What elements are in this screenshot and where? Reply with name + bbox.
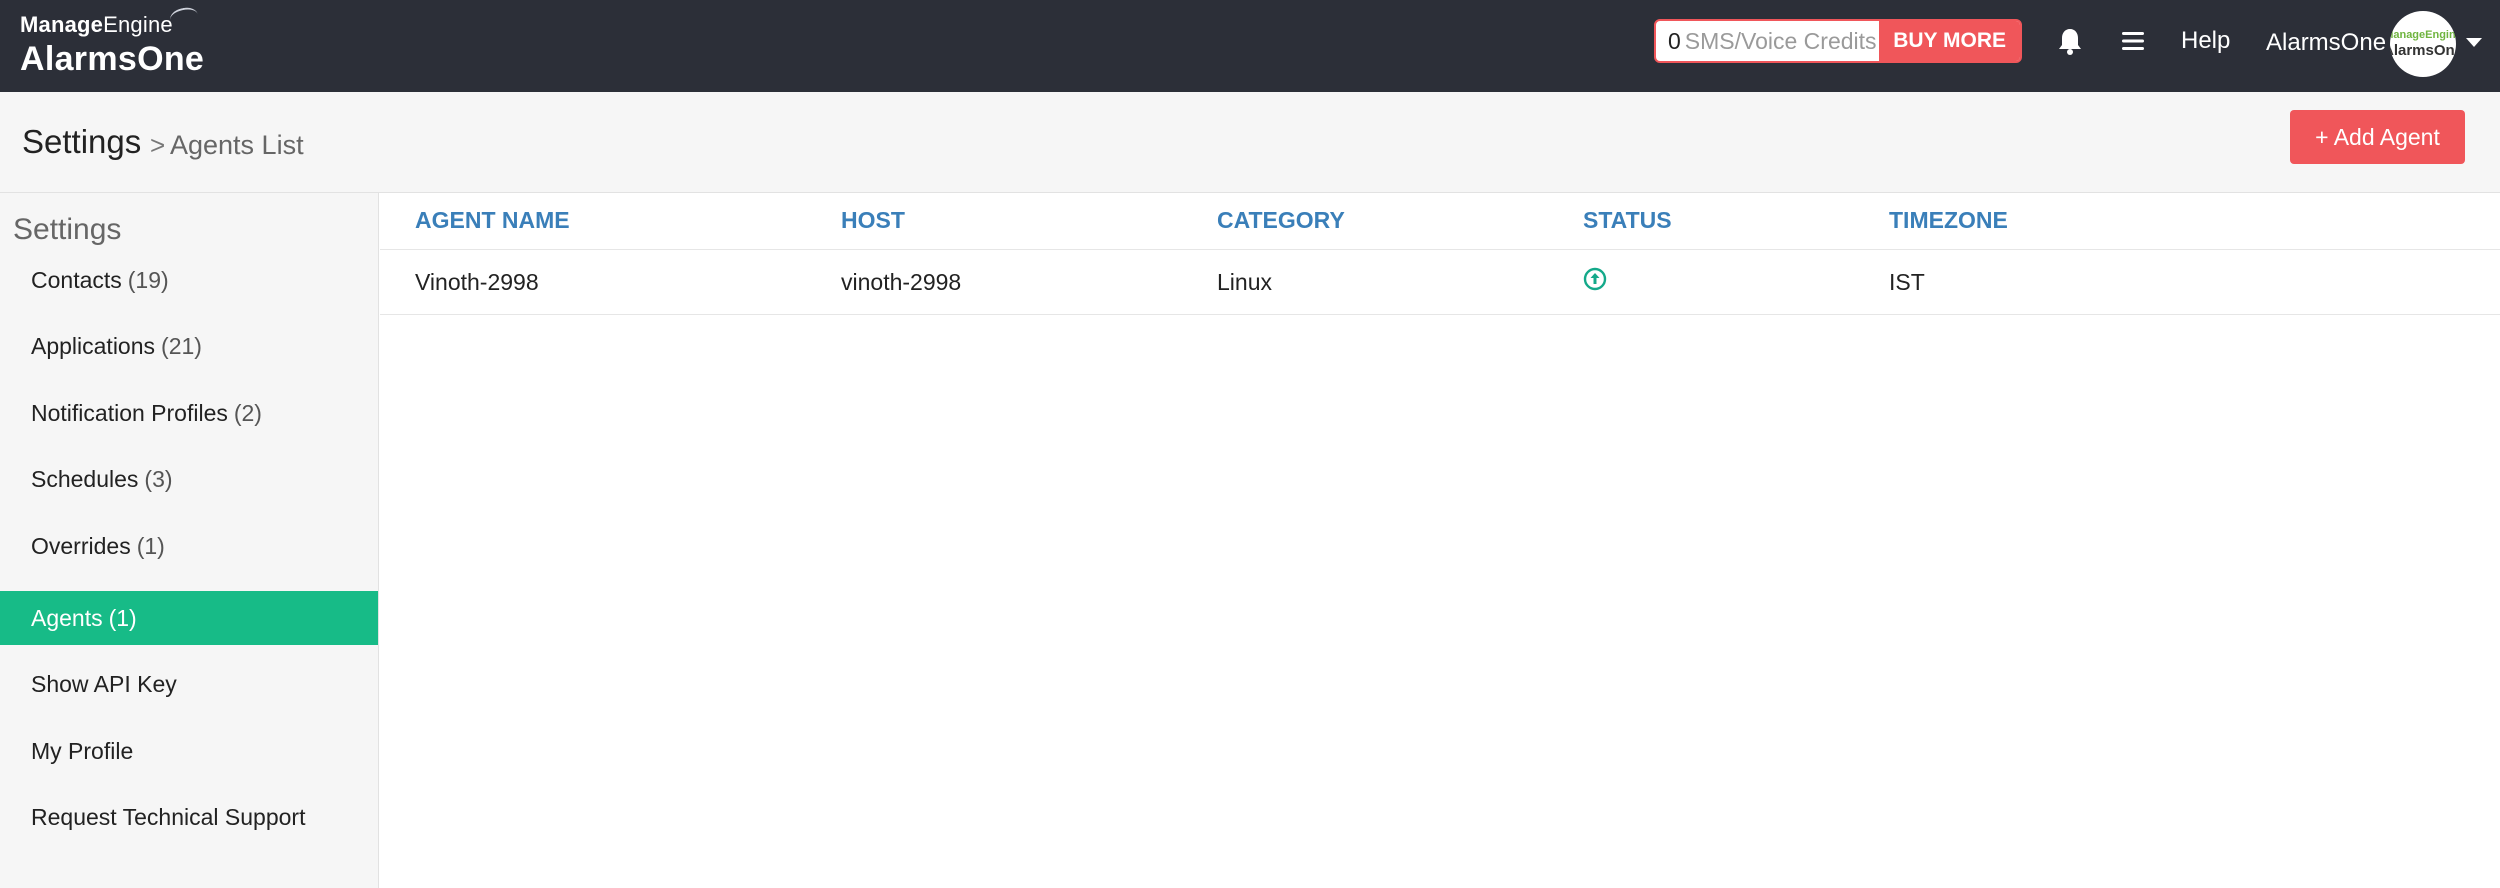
sidebar-item-label: Overrides <box>31 532 131 559</box>
sidebar-item-count: (1) <box>108 604 137 631</box>
sidebar-item-label: Notification Profiles <box>31 399 228 426</box>
agents-table: AGENT NAME HOST CATEGORY STATUS TIMEZONE… <box>380 193 2500 888</box>
column-header-timezone[interactable]: TIMEZONE <box>1889 207 2008 234</box>
vendor-name-thin: Engine <box>103 12 173 37</box>
hamburger-menu-icon[interactable] <box>2120 30 2146 52</box>
top-navigation-bar: ManageEngine AlarmsOne 0 SMS/Voice Credi… <box>0 0 2500 92</box>
table-header: AGENT NAME HOST CATEGORY STATUS TIMEZONE <box>380 193 2500 250</box>
product-name: AlarmsOne <box>20 40 205 78</box>
sidebar-item-label: Show API Key <box>31 670 177 697</box>
sidebar-item-count: (19) <box>127 266 169 293</box>
buy-more-button[interactable]: BUY MORE <box>1879 21 2020 61</box>
avatar-logo-line1: ManageEngine <box>2390 29 2456 41</box>
sidebar-item-count: (2) <box>233 399 262 426</box>
cell-host: vinoth-2998 <box>841 269 962 295</box>
vendor-name-bold: Manage <box>20 12 104 37</box>
help-link[interactable]: Help <box>2181 27 2230 55</box>
sidebar-item-my-profile[interactable]: My Profile <box>0 724 378 778</box>
credits-count: 0 <box>1668 27 1681 54</box>
column-header-host[interactable]: HOST <box>841 207 905 234</box>
sidebar-item-label: Contacts <box>31 266 122 293</box>
sidebar-title: Settings <box>13 213 122 246</box>
sidebar-item-count: (3) <box>144 465 173 492</box>
avatar-logo-line2: AlarmsOne <box>2390 42 2456 59</box>
column-header-status[interactable]: STATUS <box>1583 207 1672 234</box>
sidebar-item-label: My Profile <box>31 737 134 764</box>
sidebar-item-applications[interactable]: Applications (21) <box>0 319 378 373</box>
sidebar-item-count: (1) <box>136 532 165 559</box>
caret-down-icon[interactable] <box>2466 38 2482 47</box>
brand-logo[interactable]: ManageEngine AlarmsOne <box>20 5 205 79</box>
account-name[interactable]: AlarmsOne <box>2266 29 2386 57</box>
cell-agent-name[interactable]: Vinoth-2998 <box>415 269 539 296</box>
page-header: Settings > Agents List + Add Agent <box>0 92 2500 193</box>
sidebar-item-overrides[interactable]: Overrides (1) <box>0 519 378 573</box>
sidebar-item-label: Agents <box>31 604 103 631</box>
column-header-agent-name[interactable]: AGENT NAME <box>415 207 570 234</box>
table-row[interactable]: Vinoth-2998 vinoth-2998 Linux IST <box>380 250 2500 315</box>
sidebar-item-show-api-key[interactable]: Show API Key <box>0 657 378 711</box>
sidebar-item-request-technical-support[interactable]: Request Technical Support <box>0 790 378 844</box>
avatar[interactable]: ManageEngine AlarmsOne <box>2390 11 2456 77</box>
sidebar-item-label: Schedules <box>31 465 139 492</box>
breadcrumb-separator-icon: > <box>150 130 166 160</box>
status-up-icon <box>1583 267 1607 291</box>
sidebar-item-label: Applications <box>31 332 156 359</box>
sidebar-item-schedules[interactable]: Schedules (3) <box>0 452 378 506</box>
cell-category: Linux <box>1217 269 1272 295</box>
add-agent-button[interactable]: + Add Agent <box>2290 110 2465 164</box>
bell-icon[interactable] <box>2057 27 2083 55</box>
sidebar-item-notification-profiles[interactable]: Notification Profiles (2) <box>0 386 378 440</box>
breadcrumb-settings[interactable]: Settings <box>22 123 141 161</box>
credits-label: SMS/Voice Credits <box>1684 27 1877 54</box>
sidebar-item-label: Request Technical Support <box>31 803 306 830</box>
sidebar-item-agents[interactable]: Agents (1) <box>0 591 378 645</box>
breadcrumb-current: Agents List <box>170 130 304 160</box>
credits-widget: 0 SMS/Voice Credits BUY MORE <box>1654 19 2022 63</box>
settings-sidebar: Settings Contacts (19) Applications (21) N… <box>0 193 379 888</box>
sidebar-item-contacts[interactable]: Contacts (19) <box>0 253 378 307</box>
sidebar-item-count: (21) <box>161 332 202 359</box>
cell-timezone: IST <box>1889 269 1925 295</box>
column-header-category[interactable]: CATEGORY <box>1217 207 1345 234</box>
